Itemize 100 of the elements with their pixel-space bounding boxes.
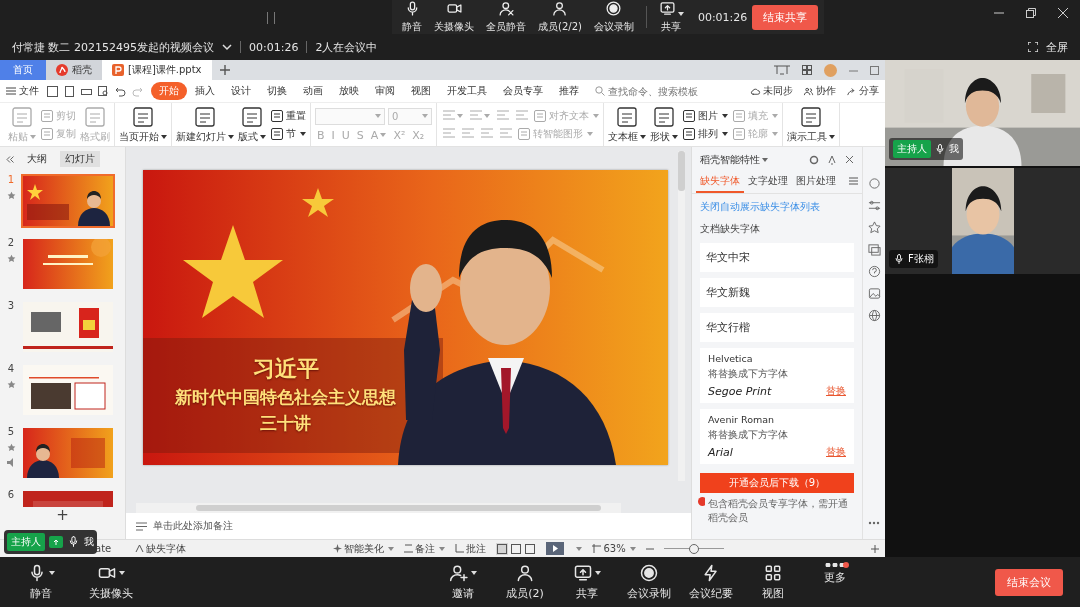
toolbar-button[interactable]: 视图 xyxy=(742,563,804,601)
settings-icon[interactable] xyxy=(809,155,819,165)
restore-icon[interactable] xyxy=(1026,8,1036,18)
replace-link[interactable]: 替换 xyxy=(826,445,846,459)
toolbar-button[interactable]: 成员(2) xyxy=(494,563,556,601)
caret-icon xyxy=(422,114,428,118)
command-search-field[interactable]: 查找命令、搜索模板 xyxy=(595,85,706,97)
toolbar-button[interactable]: 更多 xyxy=(804,563,866,601)
fullscreen-button[interactable]: 全屏 xyxy=(1046,39,1068,55)
fullscreen-icon[interactable] xyxy=(1028,42,1038,52)
question-icon[interactable] xyxy=(867,265,881,278)
slider-thumb[interactable] xyxy=(688,543,699,554)
drag-handle[interactable] xyxy=(267,12,275,24)
font-card[interactable]: 华文新魏 xyxy=(700,278,854,307)
caret-icon xyxy=(439,546,446,551)
ribbon-button[interactable]: 形状 xyxy=(650,105,678,144)
ribbon-tab[interactable]: 设计 xyxy=(223,82,259,100)
ribbon-button[interactable]: 当页开始 xyxy=(119,105,167,144)
beautify-button[interactable]: 智能美化 xyxy=(333,541,395,556)
ribbon-tab[interactable]: 动画 xyxy=(295,82,331,100)
toolbar-button[interactable]: 共享 xyxy=(654,0,688,36)
image-icon[interactable] xyxy=(867,287,881,300)
document-icon[interactable] xyxy=(64,85,75,97)
play-icon[interactable] xyxy=(546,542,565,555)
header-action[interactable]: 协作 xyxy=(803,84,836,98)
ribbon-button[interactable]: 文本框 xyxy=(608,105,646,144)
header-action[interactable]: 分享 xyxy=(846,84,879,98)
comments-button[interactable]: 批注 xyxy=(455,541,487,556)
toolbar-button[interactable]: 静音 xyxy=(10,563,72,601)
more-icon[interactable] xyxy=(868,521,880,525)
grid-icon[interactable] xyxy=(802,65,812,75)
document-tab[interactable]: 稻壳 xyxy=(46,60,102,80)
view-mode-icon[interactable] xyxy=(496,542,509,555)
missing-fonts-button[interactable]: 缺失字体 xyxy=(135,541,187,556)
menu-icon[interactable] xyxy=(849,177,858,185)
preview-icon[interactable] xyxy=(98,85,109,97)
view-mode-icon[interactable] xyxy=(524,542,537,555)
file-menu[interactable]: 文件 xyxy=(6,84,39,98)
ribbon-tab[interactable]: 插入 xyxy=(187,82,223,100)
missing-font-name: Helvetica xyxy=(708,353,754,364)
pane-title[interactable]: 稻壳智能特性 xyxy=(700,153,768,167)
toolbar-button[interactable]: 共享 xyxy=(556,563,618,601)
zoom-level[interactable]: 63% xyxy=(592,543,636,554)
header-action[interactable]: 未同步 xyxy=(750,84,793,98)
download-button[interactable]: 开通会员后下载（9） xyxy=(700,473,854,493)
ribbon-button[interactable]: 重置 xyxy=(270,108,306,123)
undo-icon[interactable] xyxy=(115,85,126,97)
ribbon-button[interactable]: 版式 xyxy=(238,105,266,144)
video-tile[interactable]: 主持人 我 xyxy=(885,60,1080,166)
double-chevron-icon[interactable] xyxy=(6,155,14,163)
windows-icon[interactable] xyxy=(867,243,881,256)
horizontal-scrollbar[interactable] xyxy=(136,503,621,513)
toolbar-button[interactable]: 关摄像头 xyxy=(430,0,478,36)
video-tile[interactable]: F张栩 xyxy=(885,168,1080,274)
vertical-scrollbar[interactable] xyxy=(678,151,685,481)
sliders-icon[interactable] xyxy=(867,199,881,212)
plus-icon[interactable] xyxy=(219,65,230,75)
ribbon-tab[interactable]: 视图 xyxy=(403,82,439,100)
font-card[interactable]: 华文行楷 xyxy=(700,313,854,342)
replace-link[interactable]: 替换 xyxy=(826,384,846,398)
toolbar-button[interactable]: 全员静音 xyxy=(482,0,530,36)
ribbon-tab[interactable]: 审阅 xyxy=(367,82,403,100)
ribbon-button[interactable]: 新建幻灯片 xyxy=(176,105,234,144)
ribbon-tab[interactable]: 会员专享 xyxy=(495,82,551,100)
panel-tab[interactable]: 幻灯片 xyxy=(60,151,100,167)
ribbon-tab[interactable]: 开发工具 xyxy=(439,82,495,100)
ribbon-button[interactable]: 演示工具 xyxy=(787,105,835,144)
close-icon[interactable] xyxy=(845,155,854,164)
ribbon-button[interactable]: 图片 xyxy=(682,108,728,123)
view-mode-icon[interactable] xyxy=(510,542,523,555)
toolbar-button[interactable]: 邀请 xyxy=(432,563,494,601)
toolbar-button[interactable]: 关摄像头 xyxy=(80,563,142,601)
star-icon[interactable] xyxy=(867,221,881,234)
pane-tab[interactable]: 图片处理 xyxy=(792,171,840,193)
pane-tab[interactable]: 文字处理 xyxy=(744,171,792,193)
ribbon-tab[interactable]: 推荐 xyxy=(551,82,587,100)
minus-icon[interactable] xyxy=(645,547,654,550)
notes-button[interactable]: 备注 xyxy=(404,541,446,556)
panel-tab[interactable]: 大纲 xyxy=(22,151,52,167)
document-tab[interactable]: 首页 xyxy=(0,60,46,80)
ribbon-button[interactable]: 排列 xyxy=(682,126,728,141)
ribbon-button[interactable]: 节 xyxy=(270,126,306,141)
add-slide-button[interactable]: + xyxy=(56,507,69,523)
document-tab[interactable]: [课程]课件.pptx xyxy=(102,60,212,80)
toolbar-button[interactable]: 会议录制 xyxy=(618,563,680,601)
toolbar-button[interactable]: 成员(2/2) xyxy=(534,0,586,36)
toolbar-button[interactable]: 会议纪要 xyxy=(680,563,742,601)
toolbar-button[interactable]: 会议录制 xyxy=(589,0,638,36)
ribbon-tab[interactable]: 切换 xyxy=(259,82,295,100)
circle-icon[interactable] xyxy=(867,177,881,190)
chevron-down-icon[interactable] xyxy=(222,43,232,51)
pin-icon[interactable] xyxy=(827,155,837,165)
save-icon[interactable] xyxy=(47,85,58,97)
globe-icon[interactable] xyxy=(867,309,881,322)
ribbon-tab[interactable]: 放映 xyxy=(331,82,367,100)
layout-icon[interactable] xyxy=(774,65,790,75)
toolbar-button[interactable]: 静音 xyxy=(398,0,426,36)
font-card[interactable]: 华文中宋 xyxy=(700,243,854,272)
notes-placeholder[interactable]: 单击此处添加备注 xyxy=(153,519,233,533)
plus-icon[interactable] xyxy=(871,544,879,553)
